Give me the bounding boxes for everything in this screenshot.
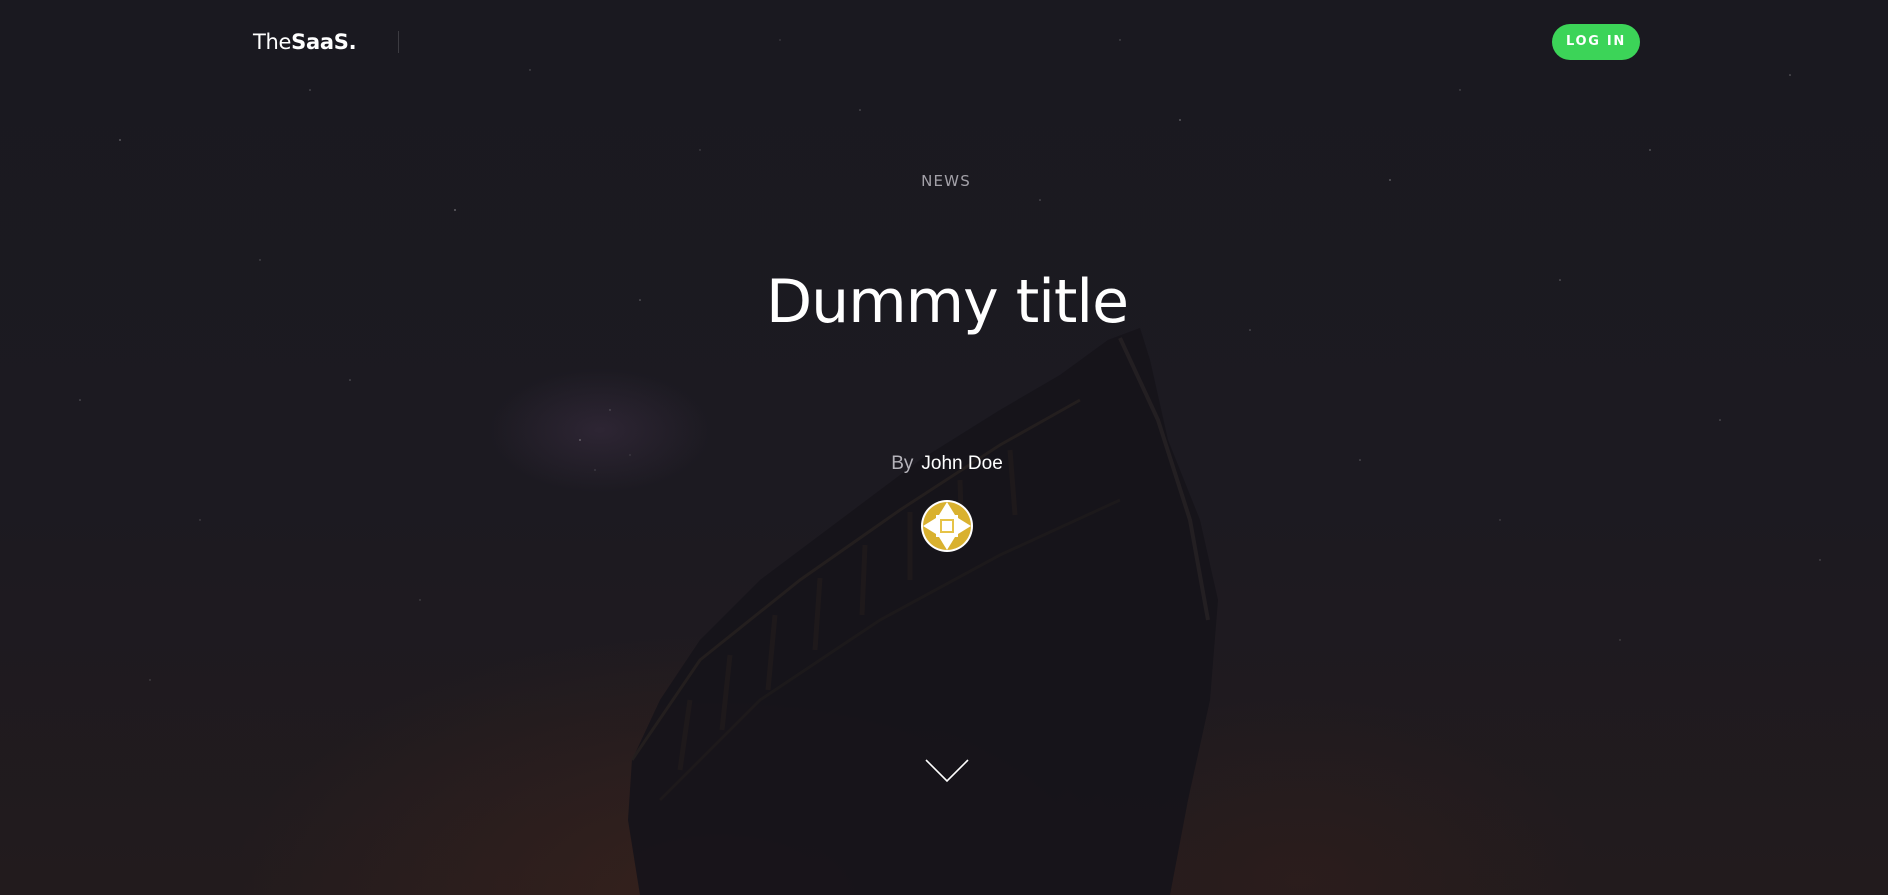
navbar: TheSaaS. LOG IN [0, 0, 1888, 86]
chevron-down-icon[interactable] [924, 756, 970, 786]
avatar[interactable] [921, 500, 973, 552]
avatar-pattern-icon [923, 502, 971, 550]
by-label: By [891, 453, 914, 474]
page-title: Dummy title [765, 267, 1129, 337]
login-button[interactable]: LOG IN [1552, 24, 1640, 60]
author-name[interactable]: John Doe [921, 453, 1002, 474]
brand-logo[interactable]: TheSaaS. [253, 28, 357, 56]
nav-divider [398, 31, 399, 53]
logo-text-bold: SaaS. [291, 30, 357, 54]
logo-text-light: The [253, 30, 292, 54]
post-category[interactable]: NEWS [0, 170, 1888, 192]
hero-section: TheSaaS. LOG IN NEWS Dummy title By John … [0, 0, 1888, 895]
author-byline: By John Doe [0, 452, 1888, 476]
